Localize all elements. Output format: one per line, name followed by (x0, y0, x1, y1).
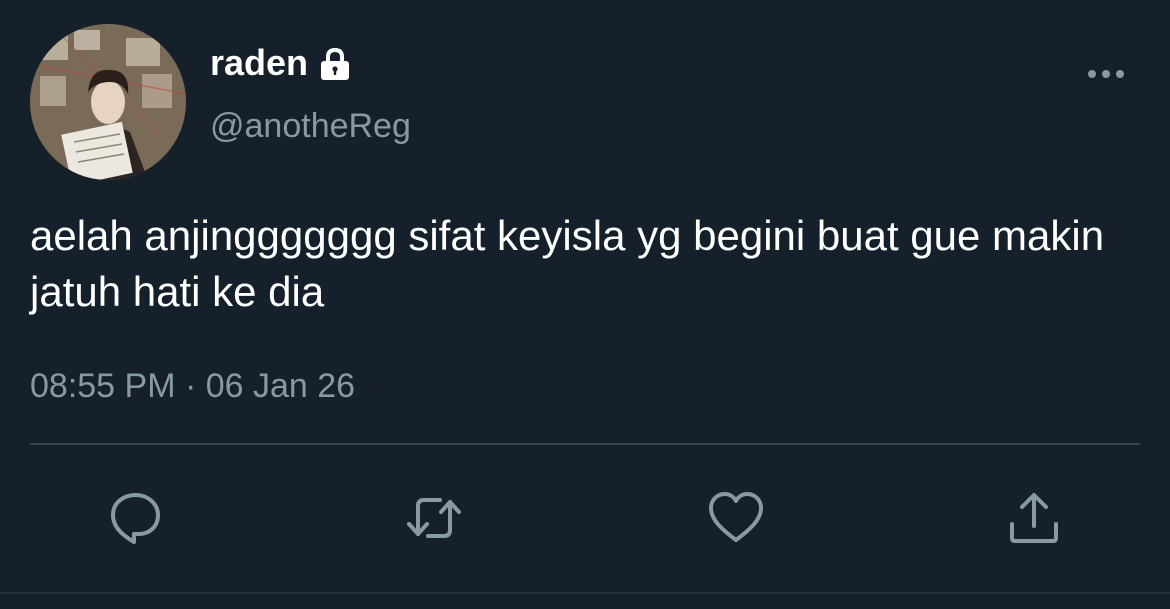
author-handle[interactable]: @anotheReg (210, 104, 411, 148)
heart-icon (709, 492, 763, 542)
tweet-timestamp[interactable]: 08:55 PM · 06 Jan 26 (30, 364, 355, 408)
avatar-photo (30, 24, 186, 180)
author-display-name[interactable]: raden (210, 40, 308, 86)
tweet-text: aelah anjinggggggg sifat keyisla yg begi… (30, 212, 1105, 315)
avatar[interactable] (30, 24, 186, 180)
retweet-button[interactable] (404, 488, 464, 548)
reply-icon (111, 493, 160, 544)
more-dots-icon[interactable] (1082, 58, 1130, 90)
share-button[interactable] (1004, 488, 1064, 548)
author-display-name-row[interactable]: raden (210, 40, 352, 86)
share-icon (1010, 493, 1058, 543)
retweet-icon (407, 498, 461, 538)
like-button[interactable] (706, 488, 766, 548)
bottom-divider (0, 592, 1170, 594)
tweet-detail: raden @anotheReg aelah anjinggggggg sifa… (0, 0, 1170, 609)
divider (30, 443, 1140, 445)
reply-button[interactable] (105, 488, 165, 548)
lock-icon (318, 47, 352, 81)
